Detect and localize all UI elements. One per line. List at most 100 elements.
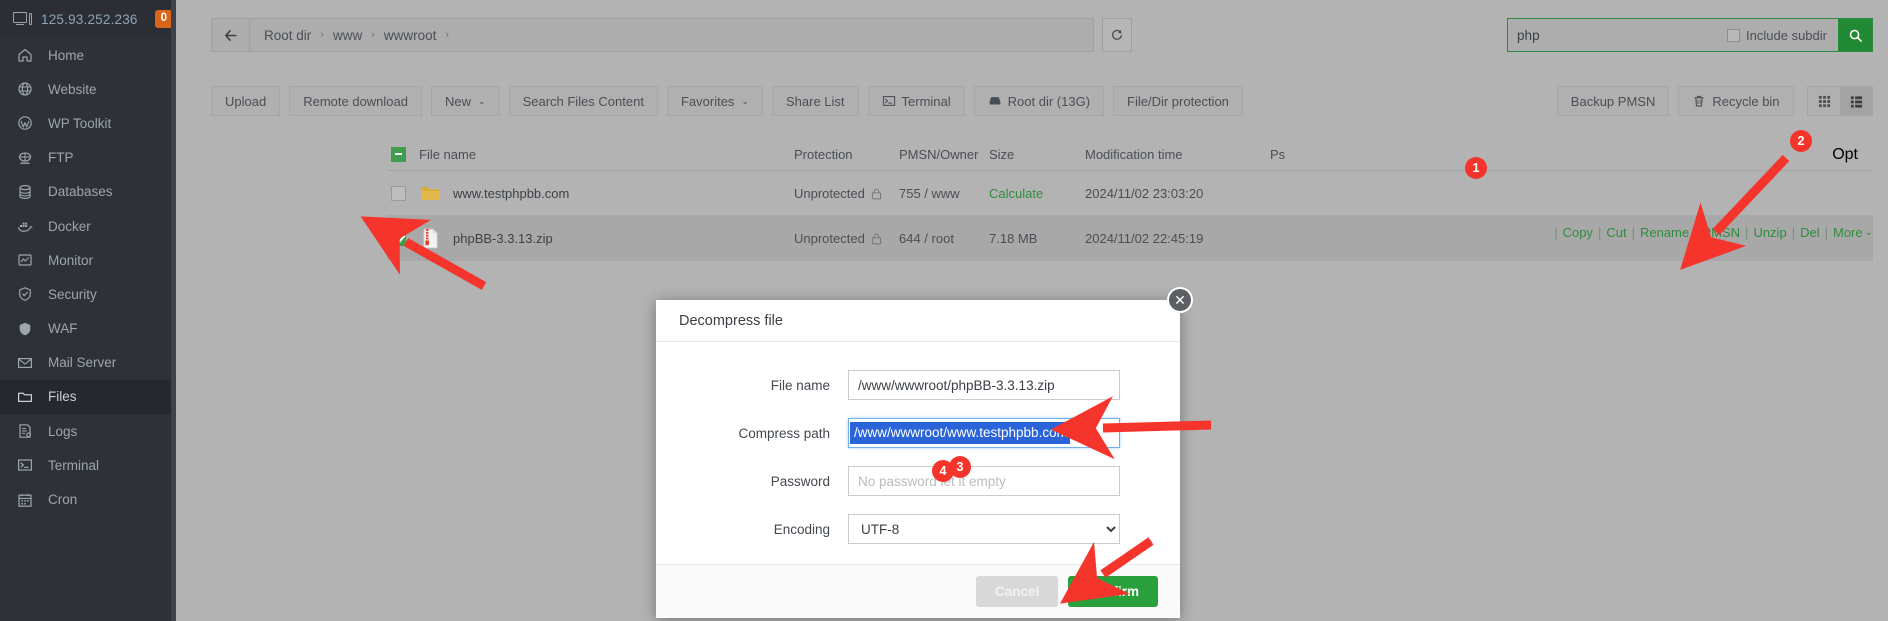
lock-icon[interactable] (871, 187, 882, 199)
dialog-title: Decompress file (679, 313, 783, 329)
row-file-name[interactable]: phpBB-3.3.13.zip (453, 231, 553, 246)
sidebar-item-cron[interactable]: Cron (0, 482, 176, 516)
list-view-button[interactable] (1840, 87, 1872, 115)
select-all-cell[interactable] (387, 147, 419, 162)
row-checkbox[interactable] (391, 231, 406, 246)
toolbar-button-search-files-content[interactable]: Search Files Content (509, 86, 658, 116)
globe-icon (16, 81, 33, 98)
toolbar-button-share-list[interactable]: Share List (772, 86, 859, 116)
cancel-button[interactable]: Cancel (976, 576, 1058, 607)
sidebar-nav: Home Website WP ToolkitFTPDatabasesDocker M… (0, 38, 176, 517)
sidebar: 125.93.252.236 0 Home Website WP ToolkitFT… (0, 0, 176, 621)
password-input[interactable] (848, 466, 1120, 496)
toolbar-button-label: Root dir (13G) (1008, 94, 1090, 109)
row-action-del[interactable]: Del (1800, 225, 1820, 240)
field-file-name: File name (656, 370, 1150, 400)
row-action-cut[interactable]: Cut (1606, 225, 1626, 240)
toolbar-button-upload[interactable]: Upload (211, 86, 280, 116)
dialog-footer: Cancel Confirm (656, 564, 1180, 618)
sidebar-item-wp-toolkit[interactable]: WP Toolkit (0, 106, 176, 140)
sidebar-item-docker[interactable]: Docker (0, 209, 176, 243)
toolbar-right-group: Backup PMSN Recycle bin (1557, 86, 1873, 116)
confirm-button[interactable]: Confirm (1068, 576, 1158, 607)
select-all-checkbox[interactable] (391, 147, 406, 162)
search-button[interactable] (1838, 19, 1872, 51)
sidebar-item-label: Cron (48, 492, 77, 507)
row-select-cell[interactable] (387, 231, 419, 246)
breadcrumb-item[interactable]: Root dir (264, 28, 311, 43)
toolbar-button-recycle-bin[interactable]: Recycle bin (1678, 86, 1793, 116)
view-mode-toggle (1807, 86, 1873, 116)
sidebar-item-monitor[interactable]: Monitor (0, 243, 176, 277)
toolbar-button-label: Upload (225, 94, 266, 109)
sidebar-item-label: WAF (48, 321, 78, 336)
toolbar-button-root-dir-13g[interactable]: Root dir (13G) (974, 86, 1104, 116)
row-file-name-cell[interactable]: www.testphpbb.com (419, 184, 794, 203)
grid-view-button[interactable] (1808, 87, 1840, 115)
compress-path-input[interactable]: /www/wwwroot/www.testphpbb.com (848, 418, 1120, 448)
col-protection[interactable]: Protection (794, 147, 899, 162)
row-size: 7.18 MB (989, 231, 1085, 246)
sidebar-item-home[interactable]: Home (0, 38, 176, 72)
col-size[interactable]: Size (989, 147, 1085, 162)
row-size[interactable]: Calculate (989, 186, 1085, 201)
toolbar-button-remote-download[interactable]: Remote download (289, 86, 422, 116)
trash-icon (1692, 94, 1706, 108)
sidebar-item-waf[interactable]: WAF (0, 312, 176, 346)
sidebar-item-label: Home (48, 48, 84, 63)
action-separator: | (1694, 225, 1697, 240)
col-pmsn-owner[interactable]: PMSN/Owner (899, 147, 989, 162)
sidebar-item-security[interactable]: Security (0, 277, 176, 311)
sidebar-item-ftp[interactable]: FTP (0, 141, 176, 175)
include-subdir-checkbox[interactable] (1727, 29, 1740, 42)
table-body: www.testphpbb.comUnprotected755 / wwwCal… (387, 171, 1873, 261)
sidebar-item-mail-server[interactable]: Mail Server (0, 346, 176, 380)
row-checkbox[interactable] (391, 186, 406, 201)
row-modification-time: 2024/11/02 23:03:20 (1085, 186, 1270, 201)
breadcrumb-item[interactable]: wwwroot (384, 28, 437, 43)
grid-view-icon (1818, 95, 1831, 108)
row-file-name[interactable]: www.testphpbb.com (453, 186, 569, 201)
back-button[interactable] (212, 19, 250, 51)
toolbar-button-label: Favorites (681, 94, 734, 109)
col-modification-time[interactable]: Modification time (1085, 147, 1270, 162)
lock-icon[interactable] (871, 232, 882, 244)
search-input[interactable] (1517, 28, 1718, 43)
col-file-name[interactable]: File name (419, 147, 794, 162)
row-action-rename[interactable]: Rename (1640, 225, 1689, 240)
row-action-pmsn[interactable]: PMSN (1702, 225, 1740, 240)
disk-icon (988, 94, 1002, 108)
field-label-encoding: Encoding (656, 522, 848, 537)
sidebar-header: 125.93.252.236 0 (0, 0, 176, 38)
row-modification-time: 2024/11/02 22:45:19 (1085, 231, 1270, 246)
row-action-more[interactable]: More (1833, 225, 1863, 240)
sidebar-item-terminal[interactable]: Terminal (0, 448, 176, 482)
encoding-select[interactable]: UTF-8 (848, 514, 1120, 544)
row-select-cell[interactable] (387, 186, 419, 201)
sidebar-item-files[interactable]: Files (0, 380, 176, 414)
file-name-input[interactable] (848, 370, 1120, 400)
toolbar-button-file-dir-protection[interactable]: File/Dir protection (1113, 86, 1243, 116)
sidebar-item-databases[interactable]: Databases (0, 175, 176, 209)
toolbar-button-terminal[interactable]: Terminal (868, 86, 965, 116)
toolbar-button-backup-pmsn[interactable]: Backup PMSN (1557, 86, 1670, 116)
sidebar-item-logs[interactable]: Logs (0, 414, 176, 448)
table-row[interactable]: www.testphpbb.comUnprotected755 / wwwCal… (387, 171, 1873, 216)
row-file-name-cell[interactable]: phpBB-3.3.13.zip (419, 228, 794, 249)
wordpress-icon (16, 115, 33, 132)
toolbar-button-label: Backup PMSN (1571, 94, 1656, 109)
row-action-copy[interactable]: Copy (1563, 225, 1593, 240)
row-owner: 755 / www (899, 186, 989, 201)
sidebar-item-website[interactable]: Website (0, 72, 176, 106)
breadcrumb-item[interactable]: www (333, 28, 362, 43)
col-ps[interactable]: Ps (1270, 147, 1873, 162)
toolbar-button-new[interactable]: New⌄ (431, 86, 500, 116)
include-subdir-toggle[interactable]: Include subdir (1727, 19, 1838, 51)
row-action-unzip[interactable]: Unzip (1753, 225, 1786, 240)
sidebar-item-label: Monitor (48, 253, 93, 268)
sidebar-item-label: Website (48, 82, 97, 97)
toolbar-button-favorites[interactable]: Favorites⌄ (667, 86, 763, 116)
toolbar-button-label: Recycle bin (1712, 94, 1779, 109)
close-icon[interactable]: ✕ (1167, 287, 1193, 313)
refresh-button[interactable] (1102, 18, 1132, 52)
